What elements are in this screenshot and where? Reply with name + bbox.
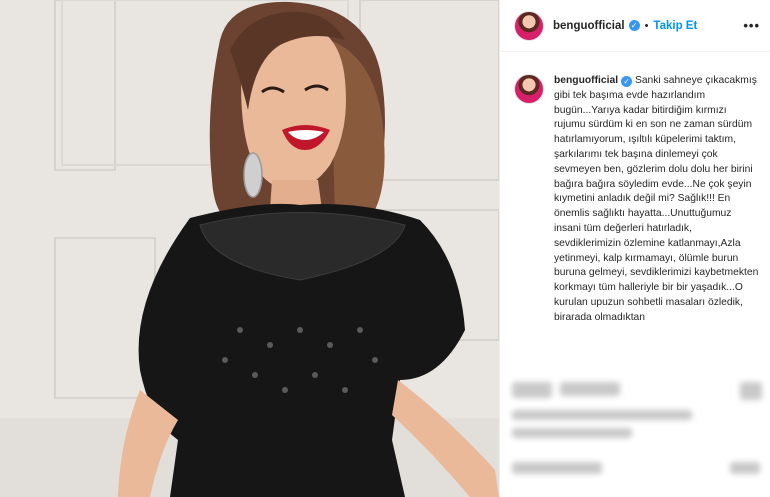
post-sidebar: benguofficial ✓ • Takip Et ••• benguoffi… [499, 0, 770, 497]
blurred-element [512, 410, 692, 420]
follow-button[interactable]: Takip Et [653, 20, 697, 32]
blurred-element [512, 428, 632, 438]
blurred-element [560, 382, 620, 396]
caption-comment: benguofficial ✓ Sanki sahneye çıkacakmış … [500, 52, 770, 326]
header-separator: • [644, 19, 649, 32]
blurred-element [512, 462, 602, 474]
caption-avatar[interactable] [514, 74, 544, 104]
post-username[interactable]: benguofficial [553, 20, 625, 32]
caption-text: Sanki sahneye çıkacakmış gibi tek başıma… [554, 75, 759, 323]
post-photo [0, 0, 499, 497]
blurred-element [730, 462, 760, 474]
blurred-element [512, 382, 552, 398]
woman-in-black-dress-illustration [0, 0, 499, 497]
profile-avatar[interactable] [514, 10, 544, 41]
caption-text-block: benguofficial ✓ Sanki sahneye çıkacakmış … [554, 74, 760, 326]
caption-username[interactable]: benguofficial [554, 75, 618, 86]
blurred-element [740, 382, 762, 400]
more-options-icon[interactable]: ••• [743, 18, 760, 33]
verified-badge-icon: ✓ [628, 20, 640, 31]
caption-verified-badge-icon: ✓ [621, 76, 633, 87]
post-header: benguofficial ✓ • Takip Et ••• [500, 0, 770, 52]
blurred-comments-area [500, 370, 770, 497]
